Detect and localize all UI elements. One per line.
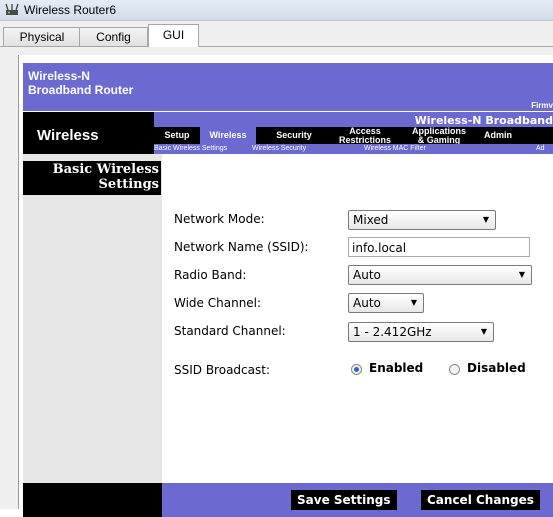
chevron-down-icon: ▼ [482,215,489,224]
sidebar-footer [23,483,162,517]
standard-channel-value: 1 - 2.412GHz [353,325,432,339]
ssid-broadcast-disabled-radio[interactable] [449,364,460,375]
tab-gui[interactable]: GUI [148,24,199,48]
submenu-basic-wireless-settings[interactable]: Basic Wireless Settings [154,144,227,154]
wide-channel-select[interactable]: Auto ▼ [348,293,424,313]
menu-access-restrictions[interactable]: Access Restrictions [332,127,398,145]
gui-frame: Wireless-N Broadband Router Firmv Wirele… [0,47,553,517]
network-mode-value: Mixed [353,213,389,227]
radio-band-select[interactable]: Auto ▼ [348,265,532,285]
ssid-broadcast-enabled-label[interactable]: Enabled [369,361,423,375]
firmware-label: Firmv [531,101,553,110]
radio-band-value: Auto [353,268,381,282]
ssid-broadcast-disabled-label[interactable]: Disabled [467,361,526,375]
network-mode-label: Network Mode: [174,212,265,226]
wide-channel-label: Wide Channel: [174,296,262,310]
menu-applications-gaming[interactable]: Applications & Gaming [398,127,480,145]
save-settings-button[interactable]: Save Settings [291,490,397,510]
tab-physical[interactable]: Physical [3,27,81,46]
submenu-wireless-mac-filter[interactable]: Wireless MAC Filter [364,144,426,154]
ssid-input[interactable]: info.local [348,237,530,257]
router-web-page: Wireless-N Broadband Router Firmv Wirele… [18,55,553,517]
window-title: Wireless Router6 [24,3,117,17]
cancel-changes-button[interactable]: Cancel Changes [421,490,540,510]
router-icon [5,3,19,15]
brand-line-1: Wireless-N [28,69,90,83]
section-title-line2: Settings [98,177,159,192]
standard-channel-select[interactable]: 1 - 2.412GHz ▼ [348,322,494,342]
ssid-broadcast-label: SSID Broadcast: [174,363,270,377]
chevron-down-icon: ▼ [480,327,487,336]
wide-channel-value: Auto [353,296,381,310]
main-menu: Setup Wireless Security Access Restricti… [154,127,553,145]
submenu-advanced[interactable]: Ad [536,144,545,154]
sub-menu: Basic Wireless Settings Wireless Securit… [154,144,553,154]
standard-channel-label: Standard Channel: [174,324,286,338]
menu-security[interactable]: Security [256,127,332,144]
nav-panel: Wireless-N Broadband Setup Wireless Secu… [154,112,553,154]
section-title: Basic Wireless Settings [23,161,161,195]
settings-content [162,154,553,483]
menu-wireless[interactable]: Wireless [200,127,256,144]
section-title-line1: Basic Wireless [52,162,159,177]
menu-administration[interactable]: Admin [484,127,524,144]
radio-band-label: Radio Band: [174,268,247,282]
tab-strip: Physical Config GUI [0,21,553,48]
chevron-down-icon: ▼ [518,270,525,279]
chevron-down-icon: ▼ [410,298,417,307]
left-sidebar [23,154,162,483]
ssid-label: Network Name (SSID): [174,240,309,254]
nav-bar: Wireless Wireless-N Broadband Setup Wire… [23,112,553,154]
page-header: Wireless-N Broadband Router Firmv [23,63,553,111]
brand-line-2: Broadband Router [28,83,134,97]
ssid-broadcast-enabled-radio[interactable] [351,364,362,375]
tab-config[interactable]: Config [79,27,148,46]
network-mode-select[interactable]: Mixed ▼ [348,210,496,230]
menu-setup[interactable]: Setup [154,127,200,144]
submenu-wireless-security[interactable]: Wireless Security [252,144,306,154]
nav-section-title: Wireless [37,127,99,144]
window-title-bar: Wireless Router6 [0,0,553,21]
